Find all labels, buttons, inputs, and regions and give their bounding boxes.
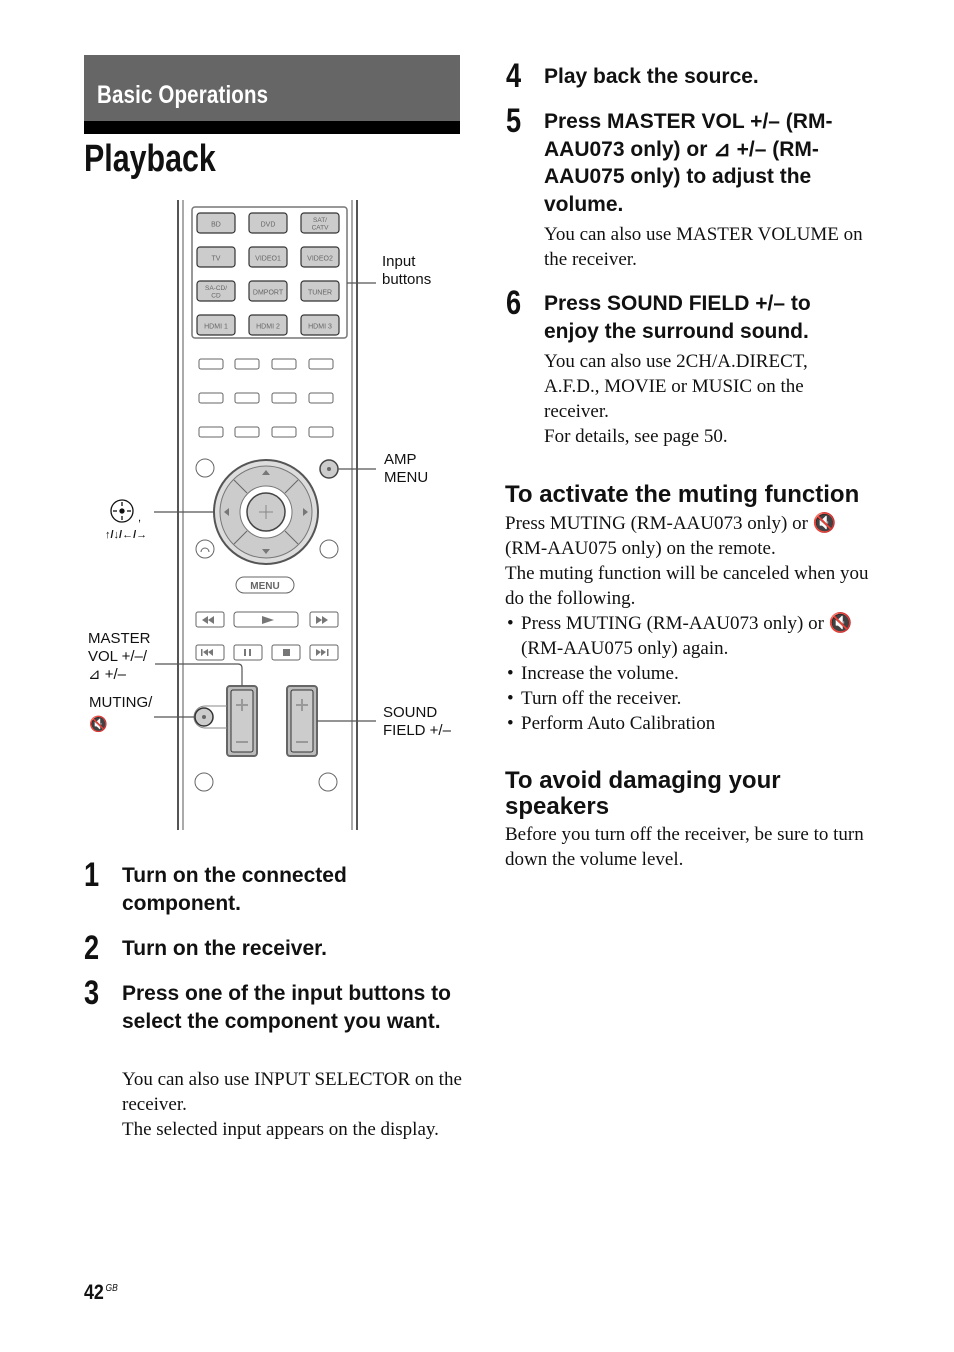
svg-text:,: , [138,512,141,524]
section-divider [84,121,460,134]
return-button [195,539,215,559]
sound-field-rocker [286,685,318,757]
function-button [234,392,260,404]
input-button-label: SAT/ [313,217,327,224]
function-button [198,392,224,404]
step-3-notes: You can also use INPUT SELECTOR on the r… [122,1069,462,1140]
step-number: 1 [84,856,100,894]
cursor-pad [213,459,319,565]
master-vol-rocker [226,685,258,757]
speakers-body: Before you turn off the receiver, be sur… [505,824,864,870]
step-number: 4 [506,57,522,95]
function-button [271,426,297,438]
function-button [234,358,260,370]
step-number: 3 [84,974,100,1012]
page-number: 42 GB [84,1281,118,1304]
step-number: 6 [506,284,522,322]
step-title: Play back the source. [544,65,759,88]
function-button [308,392,334,404]
input-button-label: TUNER [308,290,332,297]
input-button-label: DMPORT [253,290,284,297]
section-header-bar: Basic Operations [84,55,460,121]
step-number: 2 [84,929,100,967]
page-title: Playback [84,138,216,180]
function-button [308,358,334,370]
round-button-right [319,539,339,559]
callout-amp-menu: AMP MENU [384,451,429,486]
step-6-notes: You can also use 2CH/A.DIRECT, A.F.D., M… [544,351,808,447]
list-item: Perform Auto Calibration [505,711,875,736]
input-button-label: CD [211,293,221,300]
input-button-label: SA-CD/ [205,285,227,292]
input-button-label: HDMI 2 [256,324,280,331]
function-button [271,392,297,404]
list-item: Press MUTING (RM-AAU073 only) or 🔇 (RM-A… [505,611,875,661]
input-button-label: VIDEO2 [307,256,333,263]
muting-body: Press MUTING (RM-AAU073 only) or 🔇 (RM-A… [505,511,875,736]
step-5-notes: You can also use MASTER VOLUME on the re… [544,224,863,270]
callout-cursor-arrows: ↑/↓/←/→ [105,529,148,541]
input-button-label: TV [212,256,221,263]
input-button-label: VIDEO1 [255,256,281,263]
callout-master-vol: MASTER VOL +/–/ ⊿ +/– [88,630,151,683]
muting-cancel-list: Press MUTING (RM-AAU073 only) or 🔇 (RM-A… [505,611,875,736]
muting-icon: 🔇 [89,716,108,733]
list-item: Increase the volume. [505,661,875,686]
step-title: Press SOUND FIELD +/– to enjoy the surro… [544,292,811,343]
function-button [234,426,260,438]
function-button [308,426,334,438]
input-button-label: DVD [261,222,276,229]
callout-sound-field: SOUND FIELD +/– [383,704,451,739]
input-button-label: HDMI 1 [204,324,228,331]
step-title: Turn on the receiver. [122,937,328,960]
section-title: Basic Operations [97,81,269,109]
muting-heading: To activate the muting function [505,481,860,508]
step-title: Turn on the connected component. [122,864,347,915]
input-button-label: CATV [312,225,330,232]
speakers-heading: To avoid damaging your speakers [505,767,781,820]
function-button [198,426,224,438]
menu-button-label: MENU [250,581,279,592]
cursor-enter-icon [110,499,134,523]
callout-input-buttons: Input buttons [382,253,432,288]
function-button [198,358,224,370]
list-item: Turn off the receiver. [505,686,875,711]
step-number: 5 [506,102,522,140]
step-title: Press one of the input buttons to select… [122,982,451,1033]
input-button-label: BD [211,222,221,229]
callout-muting: MUTING/ 🔇 [89,694,153,733]
round-button-top-left [195,458,215,478]
function-button [271,358,297,370]
step-title: Press MASTER VOL +/– (RM-AAU073 only) or… [544,110,833,216]
input-button-label: HDMI 3 [308,324,332,331]
